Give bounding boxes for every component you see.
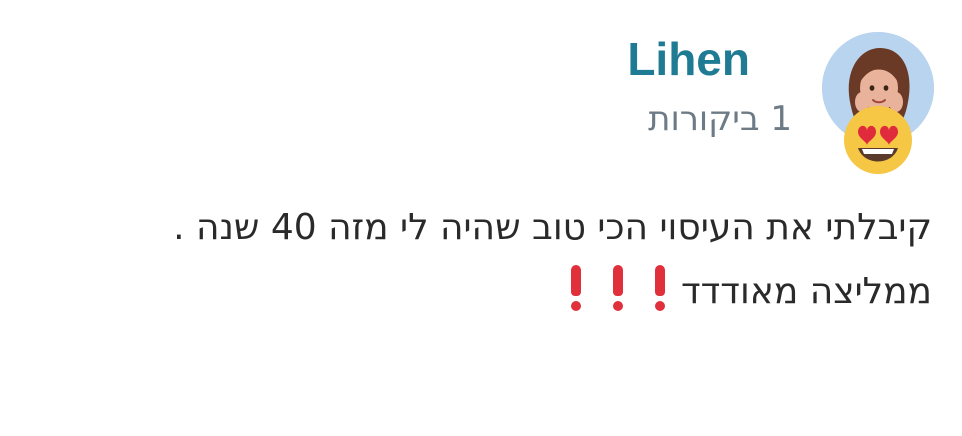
review-card: Lihen 1 ביקורות קיבלתי את העיסוי הכי טוב…	[0, 0, 962, 436]
review-count: 1 ביקורות	[648, 99, 792, 139]
exclamation-icon	[653, 265, 667, 311]
review-text-line-2: ממליצה מאודדד	[680, 271, 932, 312]
author-name[interactable]: Lihen	[627, 30, 750, 88]
heart-eyes-emoji-icon	[844, 106, 912, 174]
exclamation-icon	[569, 265, 583, 311]
review-text-line-2-wrapper: ממליצה מאודדד	[52, 260, 932, 324]
exclamation-icon	[611, 265, 625, 311]
review-text-line-1: קיבלתי את העיסוי הכי טוב שהיה לי מזה 40 …	[173, 207, 932, 248]
avatar-group[interactable]	[822, 32, 936, 174]
review-body: קיבלתי את העיסוי הכי טוב שהיה לי מזה 40 …	[52, 196, 932, 324]
